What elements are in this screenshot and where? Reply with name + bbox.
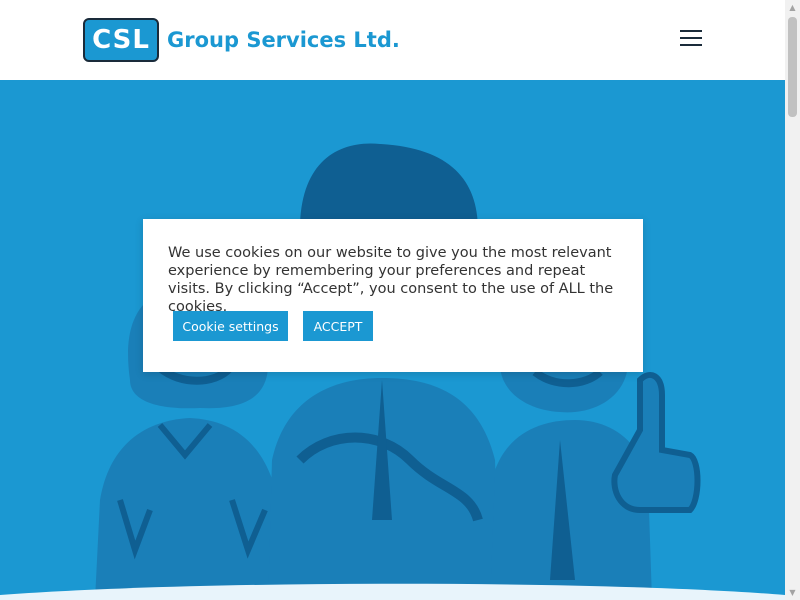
cookie-settings-button[interactable]: Cookie settings [173,311,288,341]
site-header: CSL Group Services Ltd. [0,0,785,80]
hamburger-menu-icon[interactable] [680,30,702,48]
scroll-down-arrow-icon[interactable]: ▼ [785,585,800,600]
cookie-message: We use cookies on our website to give yo… [168,245,614,315]
cookie-consent-dialog: We use cookies on our website to give yo… [143,219,643,372]
logo-mark: CSL [83,18,159,62]
site-logo[interactable]: CSL Group Services Ltd. [83,18,400,62]
page-scrollbar[interactable]: ▲ ▼ [785,0,800,600]
scroll-up-arrow-icon[interactable]: ▲ [785,0,800,15]
scroll-thumb[interactable] [788,17,797,117]
accept-cookies-button[interactable]: ACCEPT [303,311,373,341]
logo-text: Group Services Ltd. [167,28,400,52]
